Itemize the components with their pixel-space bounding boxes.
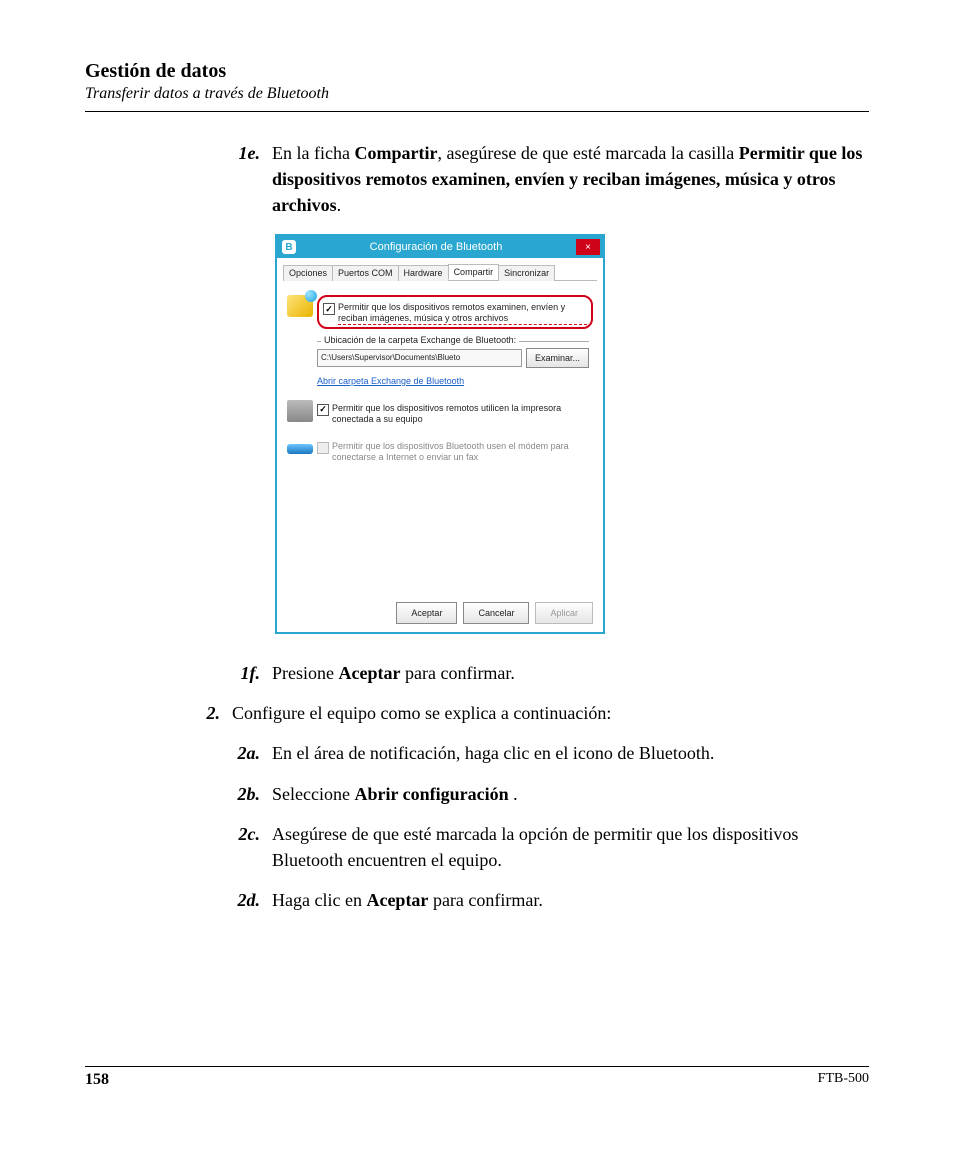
- page-number: 158: [85, 1071, 109, 1089]
- tab-hardware[interactable]: Hardware: [398, 265, 449, 281]
- footer-divider: [85, 1066, 869, 1067]
- bold: Compartir: [354, 143, 437, 163]
- bold: Aceptar: [339, 663, 401, 683]
- text: para confirmar.: [400, 663, 514, 683]
- text: Presione: [272, 663, 339, 683]
- dialog-footer: Aceptar Cancelar Aplicar: [396, 602, 593, 624]
- tab-opciones[interactable]: Opciones: [283, 265, 333, 281]
- step-1f: 1f. Presione Aceptar para confirmar.: [220, 660, 869, 686]
- highlighted-checkbox-group: Permitir que los dispositivos remotos ex…: [317, 295, 593, 329]
- folder-share-icon: [287, 295, 313, 317]
- bluetooth-dialog-figure: B Configuración de Bluetooth × Opciones …: [275, 234, 605, 634]
- allow-browse-label: Permitir que los dispositivos remotos ex…: [338, 299, 587, 325]
- dialog-titlebar: B Configuración de Bluetooth ×: [277, 236, 603, 258]
- modem-icon: [287, 444, 313, 454]
- close-button[interactable]: ×: [576, 239, 600, 255]
- step-1e: 1e. En la ficha Compartir, asegúrese de …: [220, 140, 869, 218]
- step-2b: 2b. Seleccione Abrir configuración .: [220, 781, 869, 807]
- text: para confirmar.: [428, 890, 542, 910]
- step-text: Configure el equipo como se explica a co…: [232, 700, 611, 726]
- bluetooth-icon: B: [282, 240, 296, 254]
- allow-browse-checkbox[interactable]: [323, 303, 335, 315]
- exchange-folder-legend: Ubicación de la carpeta Exchange de Blue…: [321, 335, 519, 345]
- step-text: En la ficha Compartir, asegúrese de que …: [272, 140, 869, 218]
- allow-modem-label: Permitir que los dispositivos Bluetooth …: [332, 438, 593, 463]
- step-2c: 2c. Asegúrese de que esté marcada la opc…: [220, 821, 869, 873]
- tab-compartir[interactable]: Compartir: [448, 264, 500, 280]
- step-number: 2a.: [220, 740, 272, 766]
- text: .: [509, 784, 518, 804]
- text: Seleccione: [272, 784, 354, 804]
- dialog-tabs: Opciones Puertos COM Hardware Compartir …: [283, 264, 597, 281]
- browse-button[interactable]: Examinar...: [526, 348, 589, 368]
- step-number: 2d.: [220, 887, 272, 913]
- step-number: 2c.: [220, 821, 272, 873]
- step-text: Presione Aceptar para confirmar.: [272, 660, 515, 686]
- text: En la ficha: [272, 143, 354, 163]
- bold: Abrir configuración: [354, 784, 508, 804]
- step-2a: 2a. En el área de notificación, haga cli…: [220, 740, 869, 766]
- text: .: [337, 195, 342, 215]
- apply-button[interactable]: Aplicar: [535, 602, 593, 624]
- step-text: Haga clic en Aceptar para confirmar.: [272, 887, 543, 913]
- section-title: Gestión de datos: [85, 60, 869, 83]
- tab-puertos-com[interactable]: Puertos COM: [332, 265, 399, 281]
- header-divider: [85, 111, 869, 112]
- exchange-folder-group: Ubicación de la carpeta Exchange de Blue…: [317, 341, 589, 386]
- allow-printer-checkbox[interactable]: [317, 404, 329, 416]
- allow-modem-checkbox[interactable]: [317, 442, 329, 454]
- section-subtitle: Transferir datos a través de Bluetooth: [85, 85, 869, 103]
- dialog-title: Configuración de Bluetooth: [296, 241, 576, 253]
- step-text: En el área de notificación, haga clic en…: [272, 740, 714, 766]
- ok-button[interactable]: Aceptar: [396, 602, 457, 624]
- page-footer: 158 FTB-500: [85, 1058, 869, 1089]
- step-number: 2.: [180, 700, 232, 726]
- printer-icon: [287, 400, 313, 422]
- step-number: 2b.: [220, 781, 272, 807]
- tab-sincronizar[interactable]: Sincronizar: [498, 265, 555, 281]
- allow-printer-label: Permitir que los dispositivos remotos ut…: [332, 400, 593, 425]
- text: , asegúrese de que esté marcada la casil…: [437, 143, 738, 163]
- text: Haga clic en: [272, 890, 366, 910]
- bluetooth-settings-dialog: B Configuración de Bluetooth × Opciones …: [275, 234, 605, 634]
- step-number: 1e.: [220, 140, 272, 218]
- step-2: 2. Configure el equipo como se explica a…: [180, 700, 869, 726]
- step-text: Seleccione Abrir configuración .: [272, 781, 518, 807]
- bold: Aceptar: [366, 890, 428, 910]
- step-2d: 2d. Haga clic en Aceptar para confirmar.: [220, 887, 869, 913]
- step-text: Asegúrese de que esté marcada la opción …: [272, 821, 869, 873]
- cancel-button[interactable]: Cancelar: [463, 602, 529, 624]
- open-exchange-folder-link[interactable]: Abrir carpeta Exchange de Bluetooth: [317, 376, 464, 386]
- exchange-folder-path[interactable]: C:\Users\Supervisor\Documents\Blueto: [317, 349, 522, 367]
- product-model: FTB-500: [818, 1071, 869, 1089]
- step-number: 1f.: [220, 660, 272, 686]
